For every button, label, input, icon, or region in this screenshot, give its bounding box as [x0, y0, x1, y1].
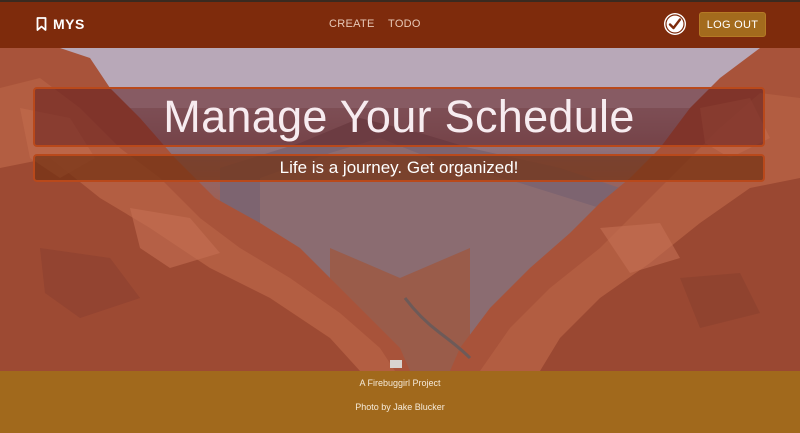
brand-link[interactable]: MYS	[36, 16, 85, 32]
hero-banner: Manage Your Schedule Life is a journey. …	[0, 48, 800, 371]
hero-subtitle-box: Life is a journey. Get organized!	[33, 154, 765, 182]
hero-title: Manage Your Schedule	[163, 91, 635, 142]
photo-credit: Photo by Jake Blucker	[355, 402, 445, 412]
logout-button[interactable]: LOG OUT	[699, 12, 766, 37]
navbar: MYS CREATE TODO LOG OUT	[0, 2, 800, 48]
brand-name: MYS	[53, 16, 85, 32]
footer: A Firebuggirl Project Photo by Jake Bluc…	[0, 371, 800, 433]
hero-title-box: Manage Your Schedule	[33, 87, 765, 147]
bookmark-icon	[36, 17, 47, 31]
checkmark-circle-icon[interactable]	[664, 13, 686, 35]
project-credit: A Firebuggirl Project	[359, 378, 441, 388]
hero-subtitle: Life is a journey. Get organized!	[279, 158, 519, 177]
nav-link-create[interactable]: CREATE	[329, 18, 375, 30]
nav-link-todo[interactable]: TODO	[388, 18, 421, 30]
